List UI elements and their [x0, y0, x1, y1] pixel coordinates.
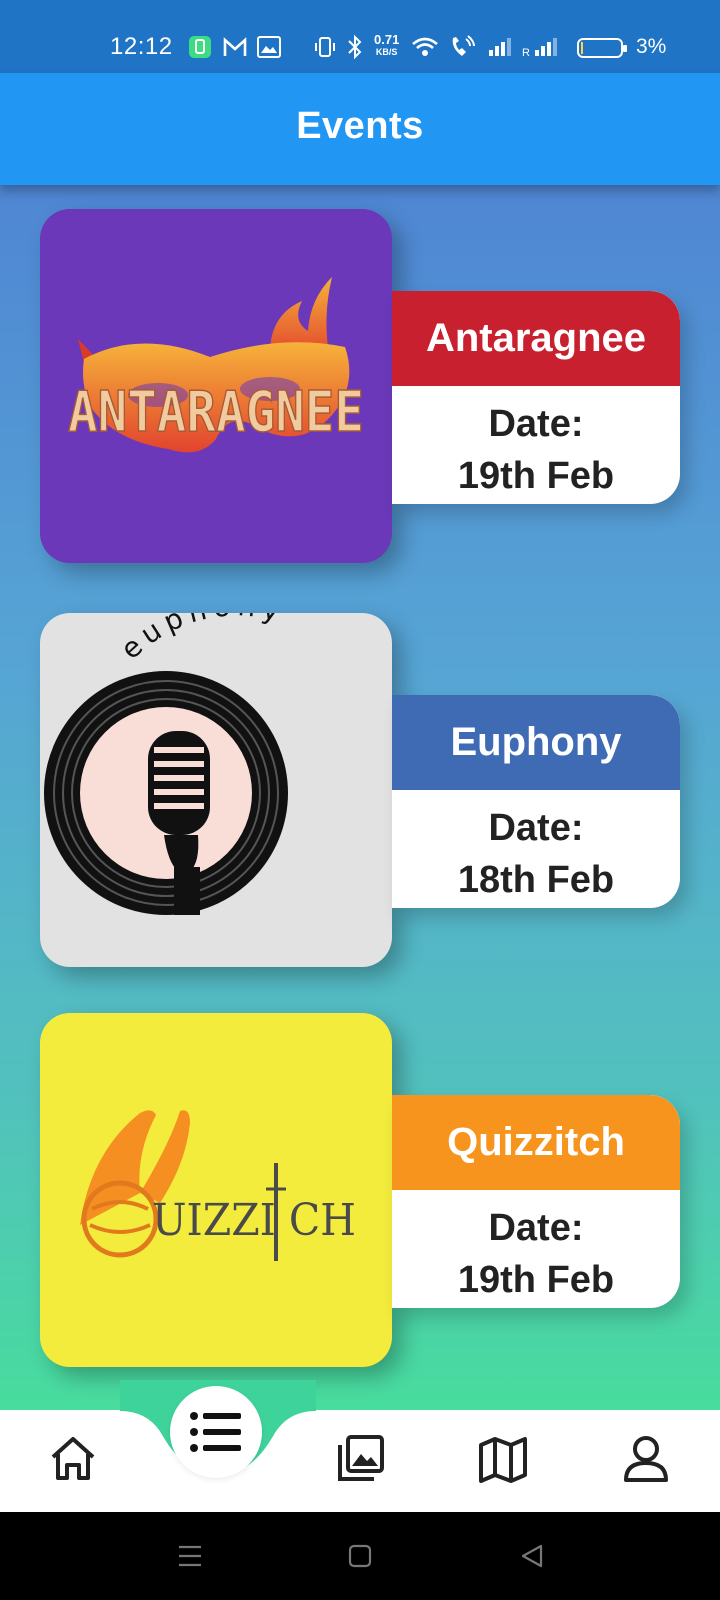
- gmail-icon: [223, 37, 247, 56]
- system-back-button[interactable]: [512, 1536, 552, 1576]
- event-info-euphony[interactable]: Euphony Date: 18th Feb: [392, 695, 680, 908]
- nav-gallery[interactable]: [325, 1424, 395, 1494]
- event-date: 18th Feb: [457, 859, 615, 901]
- event-logo-antaragnee[interactable]: ANTARAGNEE: [40, 209, 392, 563]
- event-name: Quizzitch: [392, 1095, 680, 1190]
- svg-text:ANTARAGNEE: ANTARAGNEE: [68, 380, 364, 445]
- nav-events-list[interactable]: [170, 1386, 262, 1478]
- event-name: Antaragnee: [392, 291, 680, 386]
- antaragnee-mask-logo: ANTARAGNEE: [67, 277, 365, 453]
- menu-icon: [179, 1545, 201, 1567]
- square-home-icon: [348, 1544, 372, 1568]
- map-icon: [479, 1437, 527, 1483]
- battery-icon: [577, 38, 627, 58]
- home-icon: [51, 1437, 95, 1480]
- net-speed: 0.71 KB/S: [374, 32, 400, 57]
- gallery-notification-icon: [257, 36, 281, 58]
- svg-text:euphony: euphony: [114, 613, 289, 666]
- events-list: ANTARAGNEE Antaragnee Date: 19th Feb eup…: [0, 185, 720, 1410]
- event-logo-euphony[interactable]: euphony: [40, 613, 392, 967]
- event-info-quizzitch[interactable]: Quizzitch Date: 19th Feb: [392, 1095, 680, 1308]
- back-triangle-icon: [521, 1544, 543, 1568]
- event-date: 19th Feb: [457, 455, 615, 497]
- nav-map[interactable]: [468, 1424, 538, 1494]
- nav-profile[interactable]: [611, 1424, 681, 1494]
- list-icon: [190, 1412, 241, 1452]
- date-label: Date:: [488, 403, 584, 445]
- svg-text:UIZZI CH: UIZZI CH: [152, 1195, 356, 1246]
- bottom-navigation: [0, 1410, 720, 1512]
- volte-call-icon: [452, 35, 475, 56]
- wifi-icon: [412, 37, 438, 56]
- page-title: Events: [296, 105, 424, 147]
- event-card-euphony[interactable]: euphony Euphony Date: 18th F: [0, 613, 720, 973]
- bluetooth-icon: [348, 34, 362, 60]
- date-label: Date:: [488, 807, 584, 849]
- status-time: 12:12: [110, 33, 173, 60]
- date-label: Date:: [488, 1207, 584, 1249]
- event-logo-quizzitch[interactable]: UIZZI CH: [40, 1013, 392, 1367]
- system-navigation-bar: [0, 1512, 720, 1600]
- notification-app-icon: [189, 36, 211, 58]
- event-date: 19th Feb: [457, 1259, 615, 1301]
- profile-icon: [624, 1436, 668, 1482]
- event-card-quizzitch[interactable]: UIZZI CH Quizzitch Date: 19th Feb: [0, 1013, 720, 1373]
- euphony-record-logo: euphony: [44, 613, 289, 915]
- battery-percent: 3%: [636, 35, 667, 58]
- signal-2-icon: R: [522, 38, 557, 59]
- svg-text:R: R: [522, 47, 530, 59]
- status-bar: 12:12 0.71 KB/S R 3%: [0, 0, 720, 73]
- vibrate-icon: [315, 37, 335, 57]
- nav-home[interactable]: [38, 1424, 108, 1494]
- app-bar: Events: [0, 73, 720, 185]
- signal-1-icon: [489, 38, 511, 56]
- event-info-antaragnee[interactable]: Antaragnee Date: 19th Feb: [392, 291, 680, 504]
- gallery-icon: [338, 1435, 384, 1481]
- system-menu-button[interactable]: [170, 1536, 210, 1576]
- event-card-antaragnee[interactable]: ANTARAGNEE Antaragnee Date: 19th Feb: [0, 209, 720, 569]
- system-home-button[interactable]: [340, 1536, 380, 1576]
- quizzitch-snitch-logo: UIZZI CH: [80, 1110, 356, 1261]
- event-name: Euphony: [392, 695, 680, 790]
